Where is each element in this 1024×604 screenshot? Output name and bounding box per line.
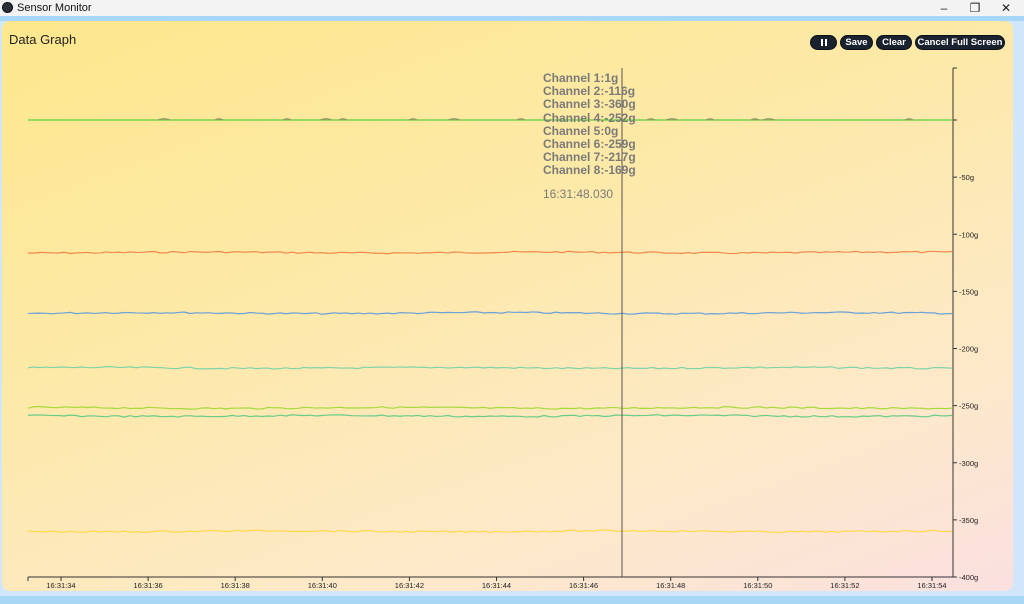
x-tick-label: 16:31:44 — [482, 581, 511, 590]
series-line-3 — [27, 311, 953, 315]
x-tick-label: 16:31:40 — [308, 581, 337, 590]
data-graph-chart[interactable]: 16:31:34 16:31:36 16:31:38 16:31:40 16:31:42… — [0, 0, 1024, 604]
y-tick-label: -100g — [959, 230, 978, 239]
tooltip-channel-8: Channel 8:-169g — [543, 163, 636, 178]
x-tick-label: 16:31:42 — [395, 581, 424, 590]
x-tick-label: 16:31:46 — [569, 581, 598, 590]
series-line-7 — [27, 529, 953, 534]
x-tick-label: 16:31:36 — [133, 581, 162, 590]
series-line-6 — [27, 414, 953, 418]
y-tick-label: -250g — [959, 402, 978, 411]
x-tick-label: 16:31:48 — [656, 581, 685, 590]
x-tick-label: 16:31:50 — [743, 581, 772, 590]
y-tick-label: -350g — [959, 516, 978, 525]
series-line-4 — [27, 366, 953, 370]
y-tick-label: -150g — [959, 287, 978, 296]
tooltip-channel-3: Channel 3:-360g — [543, 97, 636, 112]
x-tick-label: 16:31:54 — [917, 581, 946, 590]
x-tick-label: 16:31:34 — [46, 581, 75, 590]
y-tick-label: -400g — [959, 573, 978, 582]
cursor-tooltip: Channel 1:1g Channel 2:-116g Channel 3:-… — [543, 71, 636, 201]
tooltip-time: 16:31:48.030 — [543, 186, 614, 201]
series-line-5 — [27, 406, 953, 410]
y-tick-label: -300g — [959, 459, 978, 468]
series-line-2 — [27, 250, 953, 255]
tooltip-channel-4: Channel 4:-252g — [543, 110, 636, 125]
x-tick-label: 16:31:52 — [830, 581, 859, 590]
y-tick-label: -50g — [959, 173, 974, 182]
y-tick-label: -200g — [959, 345, 978, 354]
x-tick-label: 16:31:38 — [221, 581, 250, 590]
